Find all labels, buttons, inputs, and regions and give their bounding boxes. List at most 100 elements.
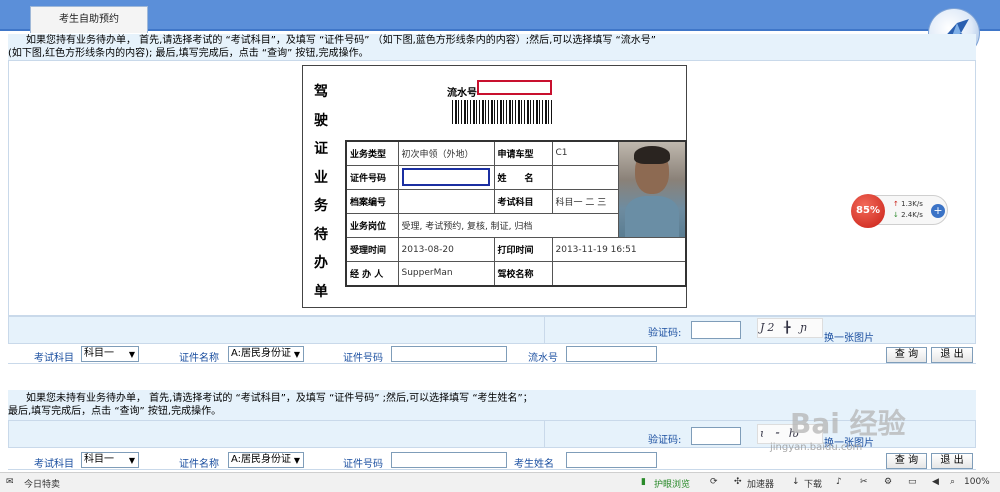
photo-cell (617, 140, 687, 238)
subject-select-value: 科目一 (84, 454, 114, 465)
cell-key: 驾校名称 (493, 261, 553, 286)
sound-icon[interactable]: ♪ (836, 477, 842, 487)
baidu-watermark: Bai 经验 (790, 407, 906, 440)
id-highlight-box (401, 168, 490, 187)
eye-mode-icon[interactable]: ▮ (641, 477, 646, 487)
cell-key: 受理时间 (345, 237, 399, 262)
chevron-down-icon: ▼ (293, 456, 300, 465)
plus-icon[interactable]: + (931, 204, 945, 218)
zoom-icon[interactable]: ⌕ (950, 477, 955, 487)
title-char: 证 (314, 141, 328, 157)
idtype-label: 证件名称 (179, 353, 219, 364)
memory-percent[interactable]: 85% (851, 194, 885, 228)
captcha-label: 验证码: (648, 435, 682, 446)
serial-input[interactable] (566, 346, 657, 362)
upload-speed-value: 1.3K/s (901, 200, 923, 208)
up-arrow-icon: ↑ (893, 200, 899, 208)
instruction-line-1: 如果您未持有业务待办单， 首先,请选择考试的 “考试科目”，及填写 “证件号码”… (26, 393, 533, 404)
idtype-select[interactable]: A:居民身份证 ▼ (228, 452, 304, 468)
captcha-label: 验证码: (648, 328, 682, 339)
serial-highlight-box (477, 80, 552, 95)
today-deals-link[interactable]: 今日特卖 (24, 477, 60, 490)
tab-bar: 考生自助预约 (0, 0, 1000, 33)
cell-value (397, 164, 495, 190)
subject-select-value: 科目一 (84, 348, 114, 359)
mail-icon[interactable]: ✉ (6, 477, 14, 487)
cell-key: 经 办 人 (345, 261, 399, 286)
subject-label: 考试科目 (34, 353, 74, 364)
accelerator-icon[interactable]: ✣ (734, 477, 742, 487)
exit-button[interactable]: 退 出 (931, 453, 973, 469)
settings-icon[interactable]: ⚙ (884, 477, 892, 487)
refresh-icon[interactable]: ⟳ (710, 477, 718, 487)
window-icon[interactable]: ▭ (908, 477, 917, 487)
screenshot-icon[interactable]: ✂ (860, 477, 868, 487)
name-label: 考生姓名 (514, 459, 554, 470)
barcode-icon (452, 100, 552, 124)
refresh-captcha-link[interactable]: 换一张图片 (824, 329, 874, 344)
subject-select[interactable]: 科目一 ▼ (81, 452, 139, 468)
download-button[interactable]: 下载 (804, 477, 822, 490)
cell-value: 受理, 考试预约, 复核, 制证, 归档 (397, 212, 619, 239)
name-input[interactable] (566, 452, 657, 468)
cell-value (551, 164, 619, 190)
exit-button[interactable]: 退 出 (931, 347, 973, 363)
idno-input[interactable] (391, 346, 507, 362)
band-divider (544, 317, 545, 343)
accelerator-button[interactable]: 加速器 (747, 477, 774, 490)
idno-input[interactable] (391, 452, 507, 468)
download-speed-value: 2.4K/s (901, 211, 923, 219)
chevron-down-icon: ▼ (128, 456, 135, 465)
instructions-with-form: 如果您持有业务待办单， 首先,请选择考试的 “考试科目”，及填写 “证件号码” … (8, 34, 976, 60)
title-char: 业 (314, 169, 328, 186)
applicant-photo (618, 142, 685, 237)
chevron-down-icon: ▼ (128, 350, 135, 359)
form-vertical-title: 驾 驶 证 业 务 待 办 单 (310, 78, 332, 306)
cell-value: SupperMan (397, 261, 495, 286)
idtype-label: 证件名称 (179, 459, 219, 470)
cell-value: 2013-08-20 (397, 237, 495, 262)
cell-value: 科目一 二 三 (551, 188, 619, 214)
title-char: 单 (314, 283, 328, 300)
query-button[interactable]: 查 询 (886, 453, 927, 469)
chevron-down-icon: ▼ (293, 350, 300, 359)
idtype-select-value: A:居民身份证 (231, 454, 292, 465)
idtype-select[interactable]: A:居民身份证 ▼ (228, 346, 304, 362)
cell-key: 档案编号 (345, 188, 399, 214)
down-arrow-icon: ↓ (893, 211, 899, 219)
cell-value (397, 188, 495, 214)
sound-toggle-icon[interactable]: ◀ (932, 477, 939, 487)
cell-value: 初次申领（外地） (397, 140, 495, 166)
query-button[interactable]: 查 询 (886, 347, 927, 363)
captcha-input[interactable] (691, 321, 741, 339)
network-speed-widget[interactable]: 85% ↑ 1.3K/s ↓ 2.4K/s + (851, 194, 948, 228)
captcha-image: J2 ╊ ɲ (757, 318, 823, 338)
subject-select[interactable]: 科目一 ▼ (81, 346, 139, 362)
cell-key: 证件号码 (345, 164, 399, 190)
title-char: 驶 (314, 112, 328, 129)
band-divider (544, 421, 545, 447)
download-speed: ↓ 2.4K/s (893, 211, 923, 219)
upload-speed: ↑ 1.3K/s (893, 200, 923, 208)
serial-label: 流水号 (528, 353, 558, 364)
download-icon[interactable]: ↓ (792, 477, 800, 487)
title-char: 办 (314, 255, 328, 271)
photo-body (624, 196, 679, 237)
instruction-line-1: 如果您持有业务待办单， 首先,请选择考试的 “考试科目”，及填写 “证件号码” … (26, 35, 656, 46)
browser-status-bar: ✉ 今日特卖 ▮ 护眼浏览 ⟳ ✣ 加速器 ↓ 下载 ♪ ✂ ⚙ ▭ ◀ ⌕ 1… (0, 472, 1000, 492)
cell-value: C1 (551, 140, 619, 166)
idno-label: 证件号码 (343, 459, 383, 470)
photo-hair (633, 146, 670, 164)
cell-key: 打印时间 (493, 237, 553, 262)
zoom-level[interactable]: 100% (964, 477, 990, 487)
watermark-url: jingyan.baidu.com (770, 442, 863, 453)
tab-self-service-booking[interactable]: 考生自助预约 (30, 6, 148, 33)
cell-key: 申请车型 (493, 140, 553, 166)
idno-label: 证件号码 (343, 353, 383, 364)
cell-key: 业务岗位 (345, 212, 399, 239)
captcha-input[interactable] (691, 427, 741, 445)
title-char: 务 (314, 198, 328, 214)
cell-key: 业务类型 (345, 140, 399, 166)
page: 考生自助预约 如果您持有业务待办单， 首先,请选择考试的 “考试科目”，及填写 … (0, 0, 1000, 492)
eye-mode-button[interactable]: 护眼浏览 (654, 477, 690, 490)
